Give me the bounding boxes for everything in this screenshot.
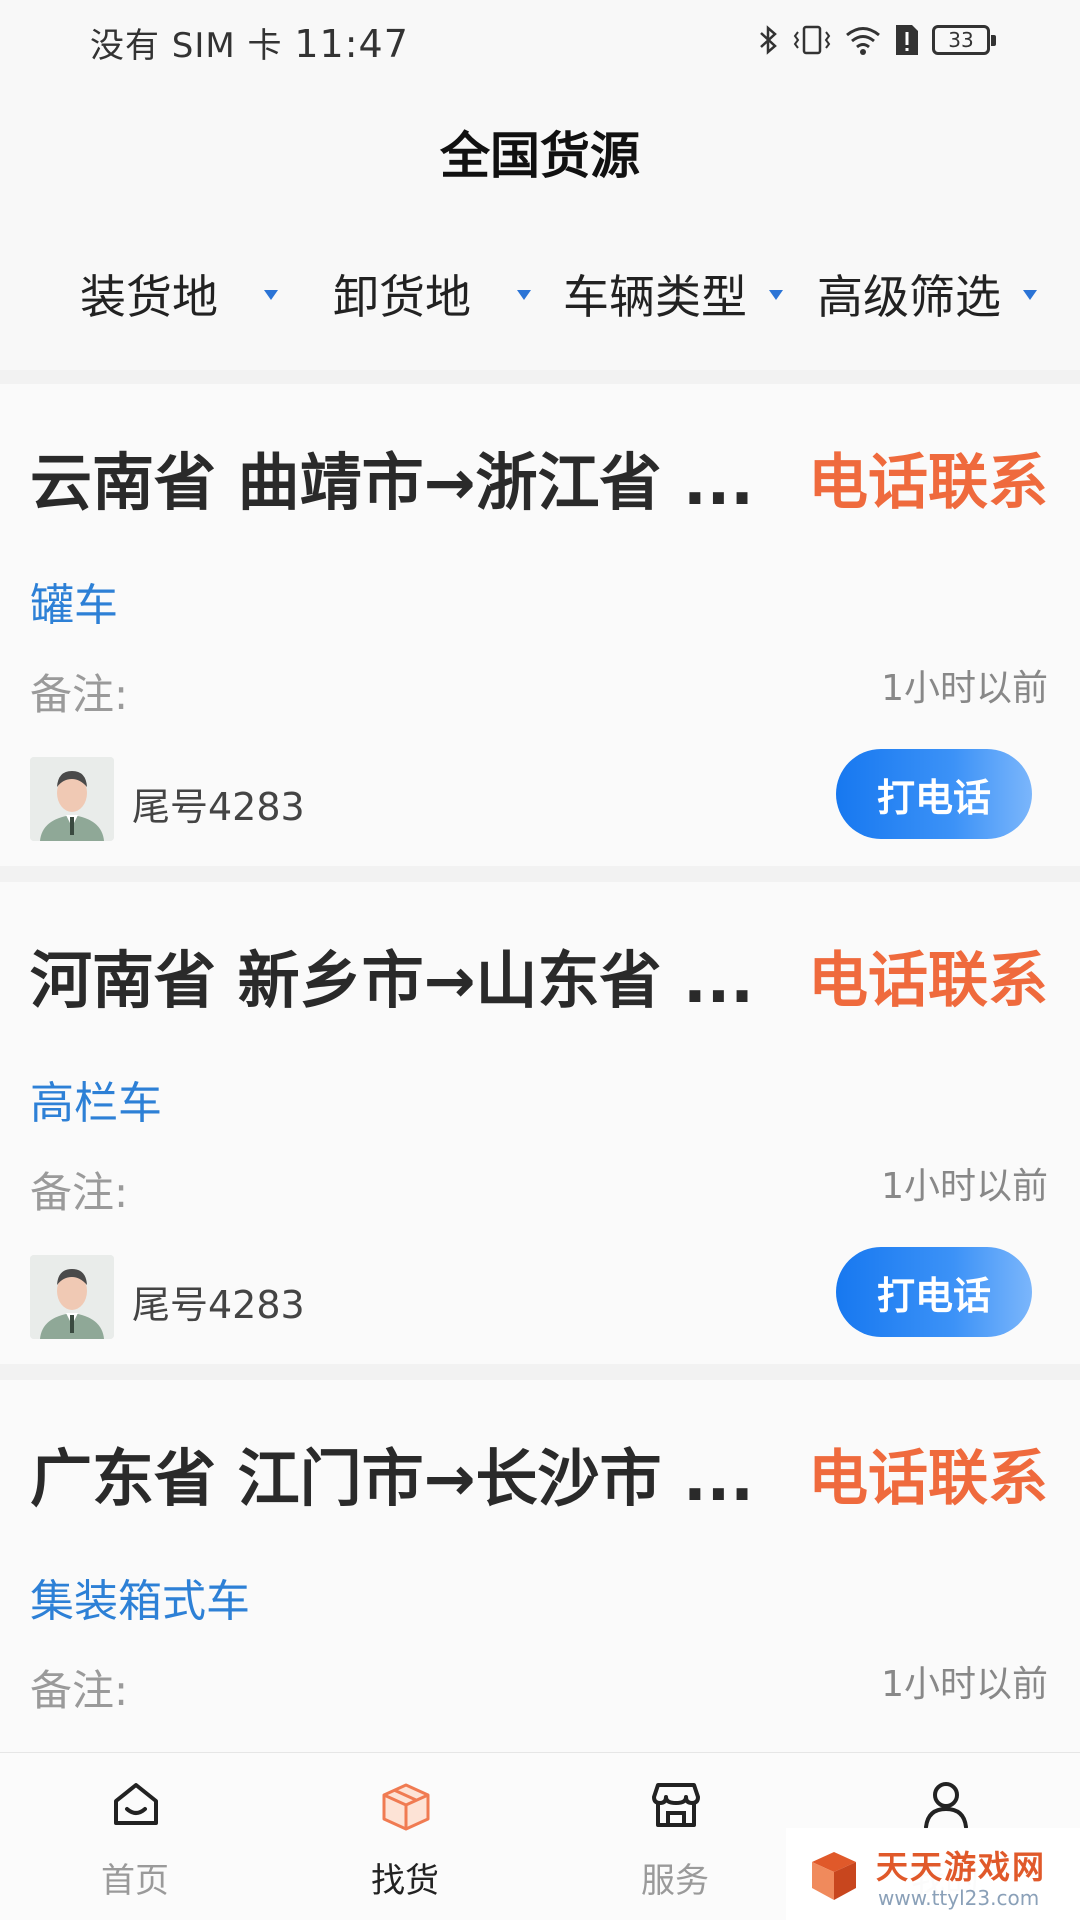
nav-home[interactable]: 首页 — [0, 1753, 270, 1920]
remark-label: 备注: — [30, 670, 129, 719]
avatar — [30, 1255, 114, 1339]
filter-bar: 装货地 卸货地 车辆类型 高级筛选 — [0, 254, 1080, 334]
vehicle-type: 集装箱式车 — [30, 1576, 250, 1627]
watermark-title: 天天游戏网 — [876, 1848, 1047, 1886]
remark-label: 备注: — [30, 1168, 129, 1217]
route-text: 河南省 新乡市→山东省 ... — [30, 944, 754, 1017]
watermark-url: www.ttyl23.com — [878, 1886, 1040, 1910]
filter-advanced[interactable]: 高级筛选 — [817, 254, 1047, 334]
nav-find-cargo[interactable]: 找货 — [270, 1753, 540, 1920]
home-icon — [114, 1783, 158, 1825]
alert-sim-icon — [896, 25, 918, 55]
filter-label: 装货地 — [80, 270, 218, 324]
user-icon — [924, 1782, 968, 1829]
posted-time: 1小时以前 — [881, 1166, 1048, 1207]
avatar — [30, 757, 114, 841]
filter-label: 车辆类型 — [563, 270, 747, 324]
status-left: 没有 SIM 卡 11:47 — [90, 18, 409, 67]
caret-down-icon — [264, 290, 278, 300]
caret-down-icon — [1023, 290, 1037, 300]
nav-service[interactable]: 服务 — [540, 1753, 810, 1920]
carrier-text: 没有 SIM 卡 — [90, 26, 283, 66]
cargo-card[interactable]: 广东省 江门市→长沙市 ... 电话联系 集装箱式车 备注: 1小时以前 — [0, 1380, 1080, 1752]
filter-label: 卸货地 — [333, 270, 471, 324]
route-text: 云南省 曲靖市→浙江省 ... — [30, 446, 754, 519]
person-avatar-icon — [30, 757, 114, 841]
phone-contact-label: 电话联系 — [808, 448, 1048, 518]
top-bar: 全国货源 装货地 卸货地 车辆类型 高级筛选 — [0, 84, 1080, 370]
phone-tail-number: 尾号4283 — [132, 785, 305, 829]
wifi-icon — [846, 27, 880, 55]
store-icon — [652, 1783, 700, 1827]
nav-label: 首页 — [101, 1861, 169, 1901]
posted-time: 1小时以前 — [881, 1664, 1048, 1705]
cargo-card[interactable]: 河南省 新乡市→山东省 ... 电话联系 高栏车 备注: 1小时以前 尾号428… — [0, 882, 1080, 1364]
route-text: 广东省 江门市→长沙市 ... — [30, 1442, 754, 1515]
bluetooth-icon — [760, 25, 777, 55]
nav-label: 服务 — [641, 1861, 709, 1901]
cargo-card[interactable]: 云南省 曲靖市→浙江省 ... 电话联系 罐车 备注: 1小时以前 尾号4283… — [0, 384, 1080, 866]
watermark-logo-icon — [812, 1852, 856, 1900]
status-bar: 没有 SIM 卡 11:47 33 — [0, 0, 1080, 84]
box-icon — [382, 1783, 430, 1831]
vibrate-icon — [793, 25, 831, 55]
call-button[interactable]: 打电话 — [836, 749, 1032, 839]
remark-label: 备注: — [30, 1666, 129, 1715]
clock-text: 11:47 — [294, 22, 409, 66]
caret-down-icon — [517, 290, 531, 300]
posted-time: 1小时以前 — [881, 668, 1048, 709]
filter-unloading-place[interactable]: 卸货地 — [333, 254, 543, 334]
filter-label: 高级筛选 — [817, 270, 1001, 324]
phone-contact-label: 电话联系 — [808, 946, 1048, 1016]
phone-contact-label: 电话联系 — [808, 1444, 1048, 1514]
watermark: 天天游戏网 www.ttyl23.com — [786, 1828, 1080, 1920]
vehicle-type: 高栏车 — [30, 1078, 162, 1129]
battery-icon: 33 — [932, 25, 996, 55]
call-button[interactable]: 打电话 — [836, 1247, 1032, 1337]
person-avatar-icon — [30, 1255, 114, 1339]
nav-label: 找货 — [371, 1861, 439, 1901]
filter-loading-place[interactable]: 装货地 — [80, 254, 290, 334]
vehicle-type: 罐车 — [30, 580, 118, 631]
status-icons: 33 — [758, 20, 996, 60]
filter-vehicle-type[interactable]: 车辆类型 — [563, 254, 793, 334]
phone-tail-number: 尾号4283 — [132, 1283, 305, 1327]
caret-down-icon — [769, 290, 783, 300]
page-title: 全国货源 — [440, 127, 640, 185]
